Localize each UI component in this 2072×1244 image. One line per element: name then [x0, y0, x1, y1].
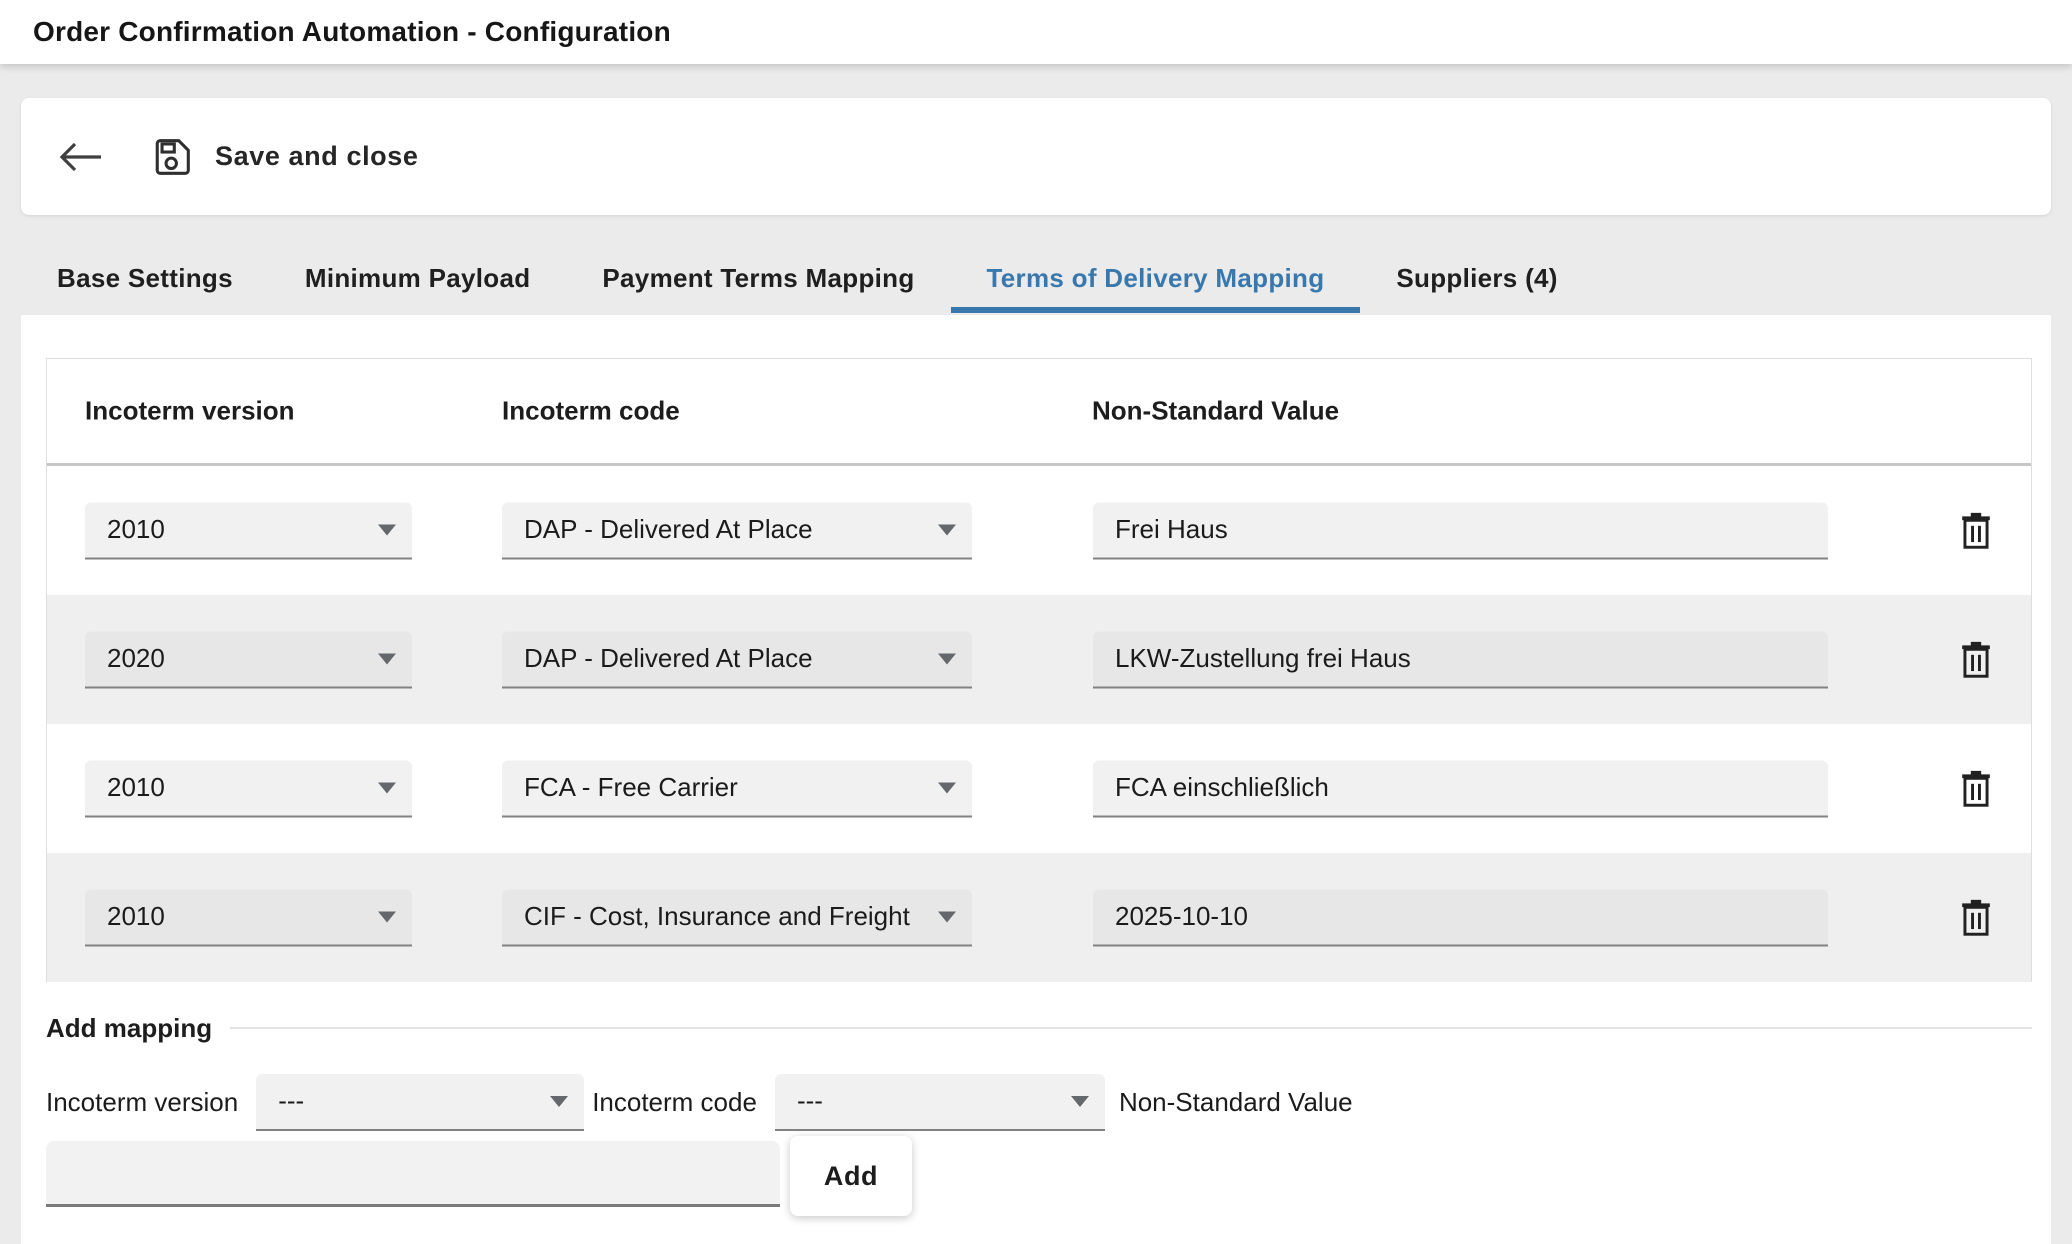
incoterm-version-label: Incoterm version — [46, 1087, 238, 1118]
add-mapping-form-row: Incoterm version --- Incoterm code --- N… — [46, 1072, 1353, 1132]
incoterm-code-value: DAP - Delivered At Place — [524, 643, 928, 674]
non-standard-value-input[interactable]: LKW-Zustellung frei Haus — [1093, 631, 1828, 688]
back-button[interactable] — [57, 140, 105, 174]
delete-row-button[interactable] — [1953, 506, 1999, 556]
incoterm-code-value: DAP - Delivered At Place — [524, 514, 928, 545]
add-non-standard-value-input[interactable] — [46, 1141, 780, 1207]
delete-row-button[interactable] — [1953, 764, 1999, 814]
table-row: 2010 CIF - Cost, Insurance and Freight 2… — [47, 853, 2031, 982]
incoterm-code-select[interactable]: DAP - Delivered At Place — [502, 631, 972, 688]
add-mapping-section-header: Add mapping — [46, 1008, 2032, 1048]
divider — [230, 1027, 2032, 1029]
non-standard-value-label: Non-Standard Value — [1119, 1087, 1353, 1118]
incoterm-version-value: 2010 — [107, 772, 368, 803]
incoterm-code-label: Incoterm code — [592, 1087, 757, 1118]
content-panel: Incoterm version Incoterm code Non-Stand… — [21, 315, 2051, 1244]
trash-icon — [1957, 510, 1995, 552]
add-mapping-heading: Add mapping — [46, 1013, 212, 1044]
incoterm-code-select[interactable]: CIF - Cost, Insurance and Freight — [502, 889, 972, 946]
delete-row-button[interactable] — [1953, 893, 1999, 943]
tab-base-settings[interactable]: Base Settings — [21, 250, 269, 313]
column-header-non-standard-value: Non-Standard Value — [1092, 396, 1339, 427]
add-incoterm-code-value: --- — [797, 1086, 1061, 1117]
chevron-down-icon — [1071, 1096, 1089, 1107]
incoterm-version-select[interactable]: 2020 — [85, 631, 412, 688]
incoterm-version-value: 2010 — [107, 901, 368, 932]
incoterm-code-value: FCA - Free Carrier — [524, 772, 928, 803]
toolbar: Save and close — [21, 98, 2051, 215]
incoterm-version-value: 2010 — [107, 514, 368, 545]
save-and-close-label: Save and close — [215, 141, 419, 172]
non-standard-value-text: LKW-Zustellung frei Haus — [1115, 643, 1816, 674]
incoterm-version-select[interactable]: 2010 — [85, 760, 412, 817]
non-standard-value-text: Frei Haus — [1115, 514, 1816, 545]
table-header-row: Incoterm version Incoterm code Non-Stand… — [47, 359, 2031, 466]
chevron-down-icon — [378, 654, 396, 665]
non-standard-value-input[interactable]: FCA einschließlich — [1093, 760, 1828, 817]
page-title: Order Confirmation Automation - Configur… — [33, 16, 671, 48]
chevron-down-icon — [938, 783, 956, 794]
trash-icon — [1957, 768, 1995, 810]
trash-icon — [1957, 897, 1995, 939]
incoterm-version-select[interactable]: 2010 — [85, 502, 412, 559]
chevron-down-icon — [378, 783, 396, 794]
add-incoterm-version-select[interactable]: --- — [256, 1074, 584, 1131]
incoterm-version-select[interactable]: 2010 — [85, 889, 412, 946]
table-row: 2010 FCA - Free Carrier FCA einschließli… — [47, 724, 2031, 853]
non-standard-value-input[interactable]: 2025-10-10 — [1093, 889, 1828, 946]
incoterm-code-select[interactable]: DAP - Delivered At Place — [502, 502, 972, 559]
chevron-down-icon — [550, 1096, 568, 1107]
non-standard-value-text: 2025-10-10 — [1115, 901, 1816, 932]
add-incoterm-version-value: --- — [278, 1086, 540, 1117]
non-standard-value-text: FCA einschließlich — [1115, 772, 1816, 803]
column-header-incoterm-code: Incoterm code — [502, 396, 680, 427]
add-incoterm-code-select[interactable]: --- — [775, 1074, 1105, 1131]
back-arrow-icon — [57, 140, 105, 174]
tab-suppliers[interactable]: Suppliers (4) — [1360, 250, 1593, 313]
mapping-table: Incoterm version Incoterm code Non-Stand… — [46, 358, 2032, 982]
chevron-down-icon — [938, 654, 956, 665]
column-header-incoterm-version: Incoterm version — [85, 396, 295, 427]
incoterm-version-value: 2020 — [107, 643, 368, 674]
save-and-close-button[interactable]: Save and close — [149, 134, 419, 180]
tab-terms-of-delivery-mapping[interactable]: Terms of Delivery Mapping — [951, 250, 1361, 313]
table-row: 2010 DAP - Delivered At Place Frei Haus — [47, 466, 2031, 595]
tab-payment-terms-mapping[interactable]: Payment Terms Mapping — [566, 250, 950, 313]
table-row: 2020 DAP - Delivered At Place LKW-Zustel… — [47, 595, 2031, 724]
delete-row-button[interactable] — [1953, 635, 1999, 685]
chevron-down-icon — [938, 525, 956, 536]
non-standard-value-input[interactable]: Frei Haus — [1093, 502, 1828, 559]
chevron-down-icon — [378, 525, 396, 536]
incoterm-code-select[interactable]: FCA - Free Carrier — [502, 760, 972, 817]
save-icon — [149, 134, 195, 180]
incoterm-code-value: CIF - Cost, Insurance and Freight — [524, 901, 928, 932]
chevron-down-icon — [938, 912, 956, 923]
title-bar: Order Confirmation Automation - Configur… — [0, 0, 2072, 64]
add-button[interactable]: Add — [790, 1136, 912, 1216]
chevron-down-icon — [378, 912, 396, 923]
tab-bar: Base Settings Minimum Payload Payment Te… — [21, 250, 1594, 313]
tab-minimum-payload[interactable]: Minimum Payload — [269, 250, 567, 313]
trash-icon — [1957, 639, 1995, 681]
